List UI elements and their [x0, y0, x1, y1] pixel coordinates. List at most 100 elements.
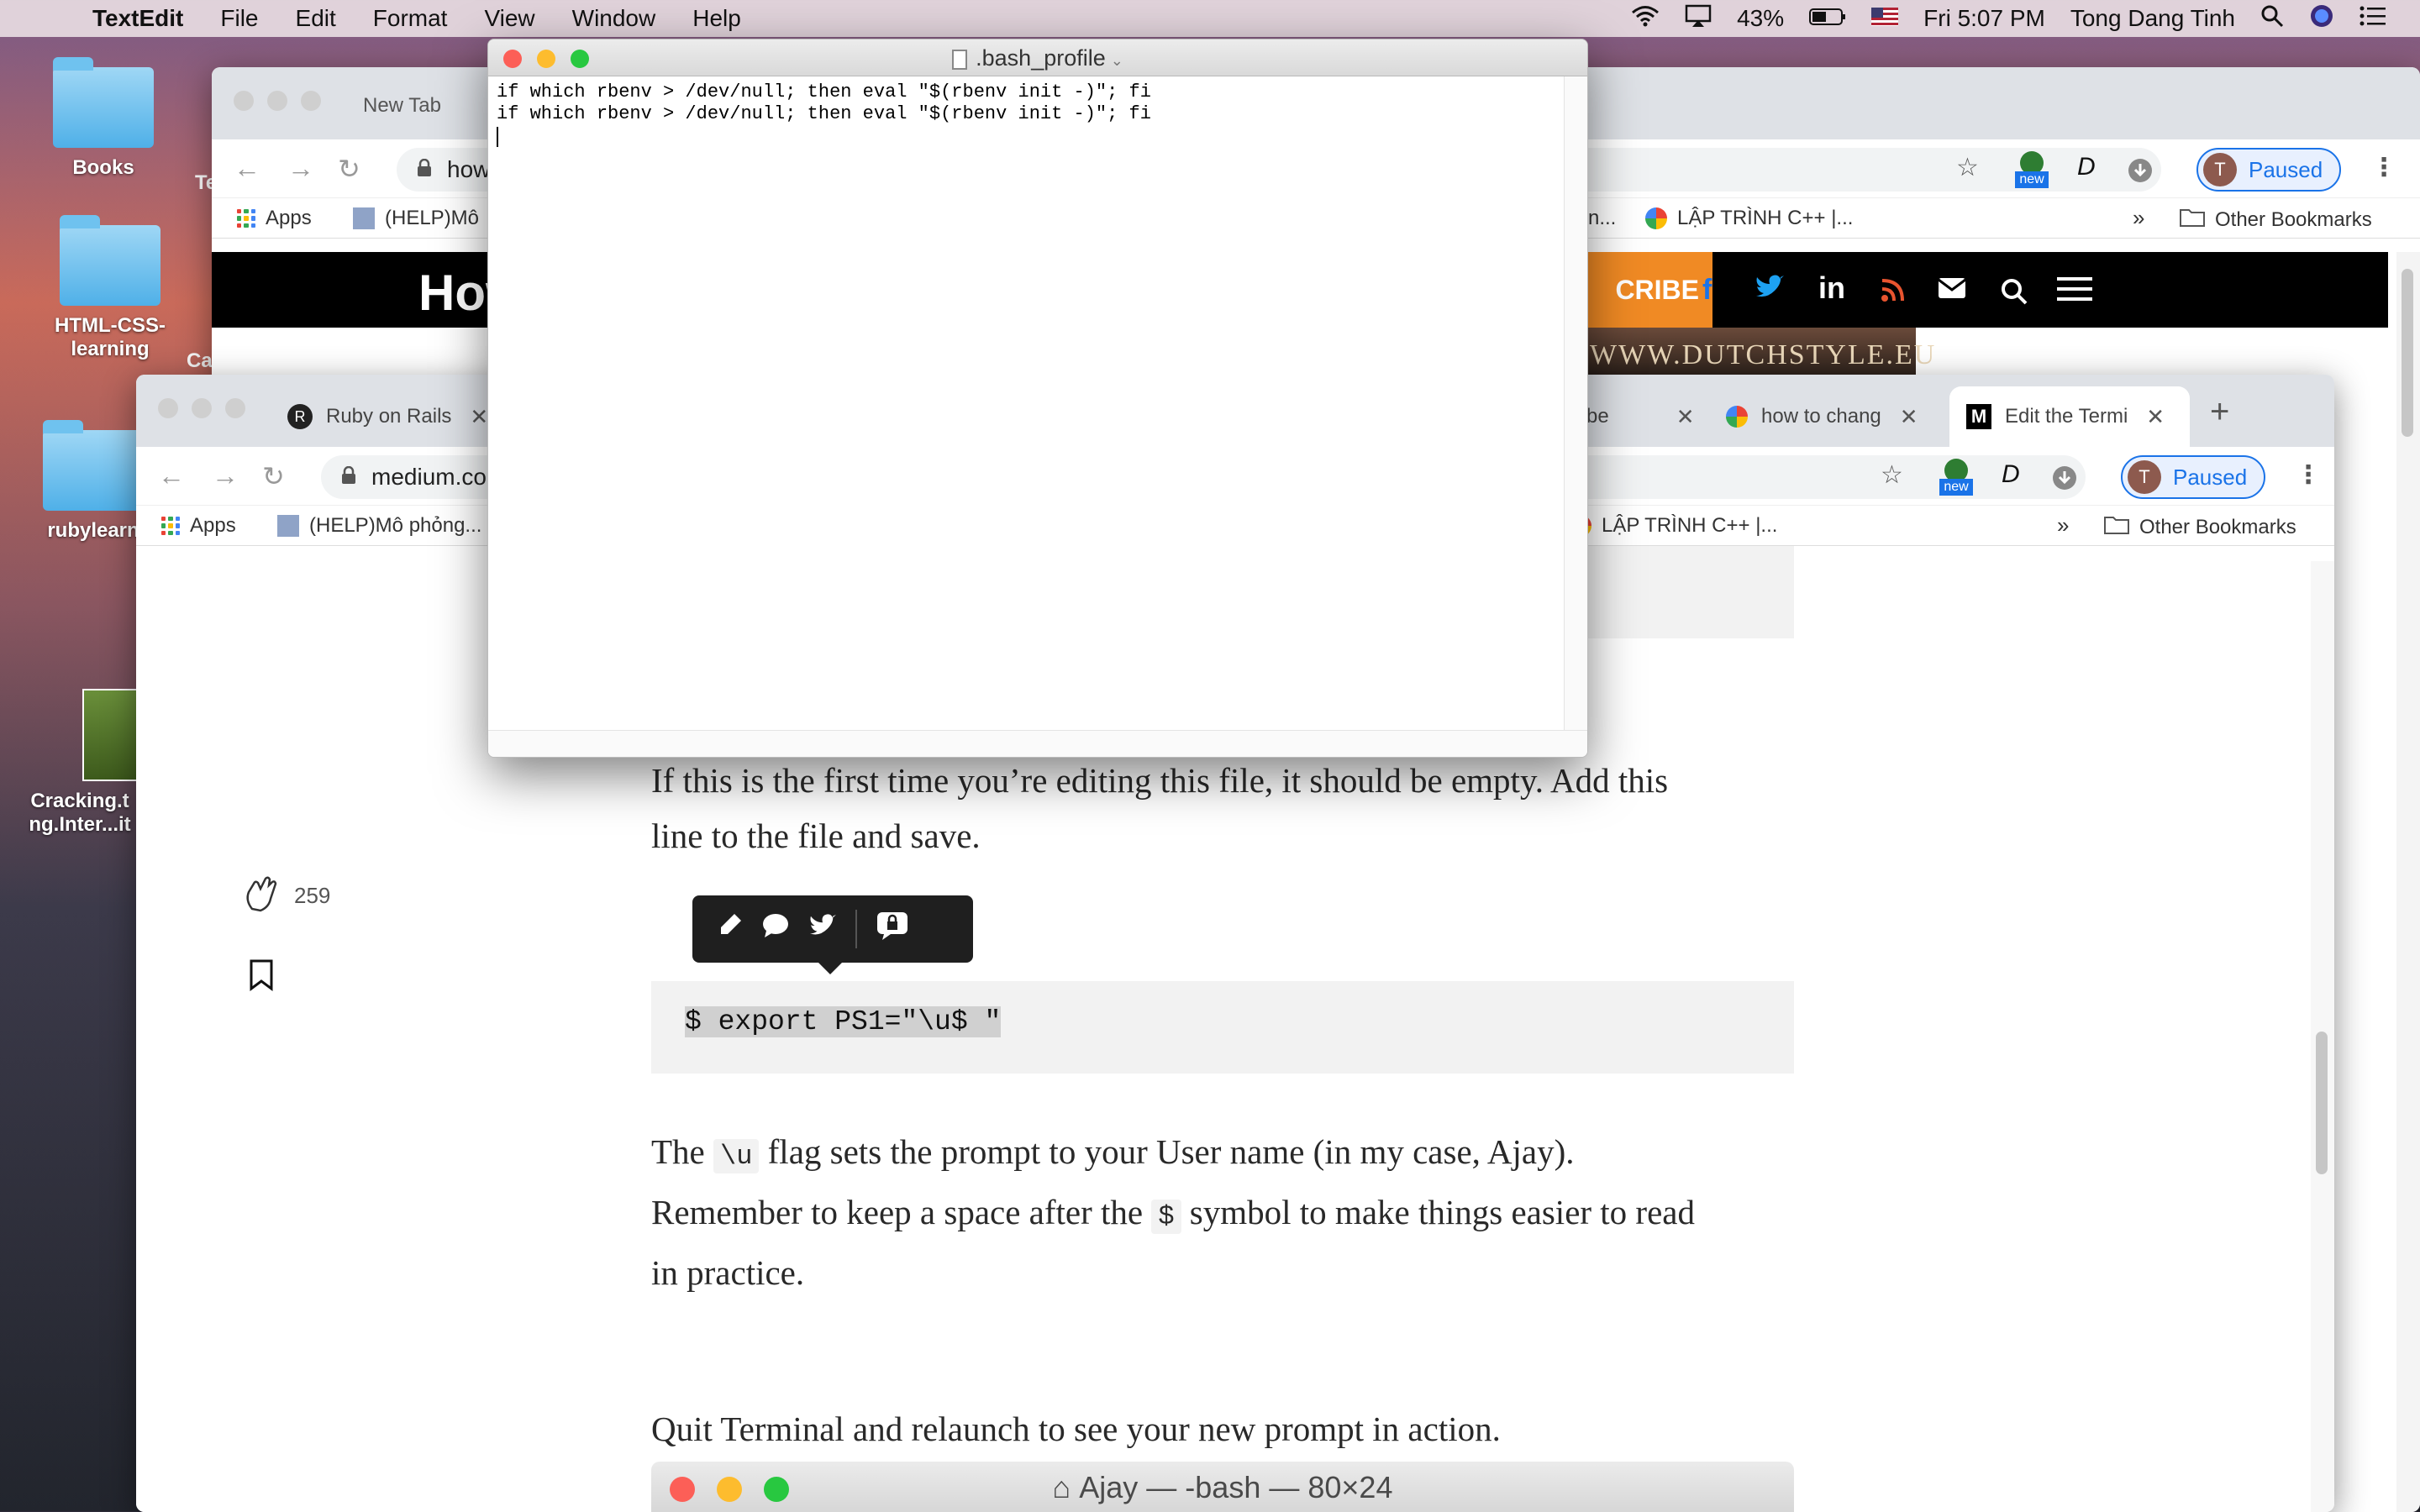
- bookmark-help[interactable]: (HELP)Mô phỏng...: [277, 514, 481, 538]
- email-icon[interactable]: [1938, 277, 1966, 303]
- back-arrow-icon[interactable]: ←: [158, 460, 185, 491]
- document-title[interactable]: .bash_profile: [976, 45, 1106, 71]
- reload-icon[interactable]: ↻: [262, 460, 285, 492]
- tab-close-icon[interactable]: ✕: [1900, 404, 1918, 430]
- search-icon[interactable]: [2000, 277, 2028, 310]
- menu-bar: TextEdit File Edit Format View Window He…: [0, 0, 2420, 37]
- profile-paused-button[interactable]: T Paused: [2121, 455, 2266, 499]
- forward-arrow-icon[interactable]: →: [287, 153, 314, 184]
- chrome-menu-icon[interactable]: ⋮: [2296, 460, 2321, 490]
- title-chevron-down-icon[interactable]: ⌄: [1111, 52, 1123, 69]
- bookmark-apps[interactable]: Apps: [161, 514, 236, 538]
- textedit-window: .bash_profile ⌄ if which rbenv > /dev/nul…: [487, 39, 1588, 758]
- subscribe-button[interactable]: CRIBE: [1586, 252, 1712, 328]
- code-export-ps1[interactable]: $ export PS1="\u$ ": [685, 1006, 1002, 1037]
- user-name[interactable]: Tong Dang Tinh: [2070, 5, 2235, 32]
- wifi-icon[interactable]: [1631, 5, 1660, 33]
- desktop-folder-books[interactable]: Books: [32, 57, 175, 180]
- bookmark-apps[interactable]: Apps: [237, 207, 312, 230]
- extension-d-icon[interactable]: D: [2077, 153, 2096, 181]
- response-bubble-icon[interactable]: [761, 912, 790, 946]
- tab-close-icon[interactable]: ✕: [2146, 404, 2165, 430]
- other-bookmarks-folder[interactable]: Other Bookmarks: [2180, 207, 2372, 233]
- twitter-share-icon[interactable]: [808, 913, 837, 945]
- tab-how-to-change[interactable]: how to chang ✕: [1709, 386, 1935, 447]
- bookmark-star-icon[interactable]: ☆: [1881, 460, 1903, 490]
- document-icon: [952, 49, 968, 70]
- bookmark-star-icon[interactable]: ☆: [1956, 153, 1979, 182]
- airplay-icon[interactable]: [1685, 4, 1712, 34]
- ruby-favicon-icon: R: [287, 404, 313, 429]
- menu-format[interactable]: Format: [373, 5, 448, 32]
- textedit-close-button[interactable]: [503, 50, 522, 68]
- twitter-icon[interactable]: [1754, 274, 1785, 305]
- bookmark-help[interactable]: (HELP)Mô: [353, 207, 479, 230]
- profile-paused-button[interactable]: T Paused: [2196, 148, 2342, 192]
- textedit-horizontal-scrollbar[interactable]: [488, 730, 1587, 757]
- siri-icon[interactable]: [2309, 3, 2334, 34]
- new-tab-plus-icon[interactable]: +: [2210, 393, 2229, 431]
- tab-edit-the-terminal[interactable]: M Edit the Termi ✕: [1949, 386, 2190, 447]
- textedit-minimize-button[interactable]: [537, 50, 555, 68]
- menu-window[interactable]: Window: [572, 5, 656, 32]
- tab-new-tab[interactable]: New Tab: [363, 94, 441, 118]
- hamburger-menu-icon[interactable]: [2057, 276, 2092, 307]
- bookmark-save-icon[interactable]: [249, 959, 274, 995]
- battery-icon[interactable]: [1809, 5, 1846, 32]
- menu-app-name[interactable]: TextEdit: [92, 5, 183, 32]
- private-note-icon[interactable]: [876, 911, 909, 948]
- menu-view[interactable]: View: [484, 5, 534, 32]
- window-minimize-button[interactable]: [267, 91, 287, 111]
- reload-icon[interactable]: ↻: [338, 153, 360, 185]
- textedit-editor[interactable]: if which rbenv > /dev/null; then eval "$…: [488, 76, 1565, 732]
- back-arrow-icon[interactable]: ←: [234, 153, 260, 184]
- extension-d-icon[interactable]: D: [2002, 460, 2020, 489]
- highlight-pen-icon[interactable]: [718, 912, 743, 946]
- ad-banner[interactable]: WWW.DUTCHSTYLE.EU: [1586, 328, 1934, 378]
- window-zoom-button[interactable]: [225, 398, 245, 418]
- bookmark-cpp[interactable]: LẬP TRÌNH C++ |...: [1570, 514, 1777, 538]
- window-close-button[interactable]: [234, 91, 254, 111]
- textedit-zoom-button[interactable]: [571, 50, 589, 68]
- textedit-titlebar[interactable]: .bash_profile ⌄: [488, 39, 1587, 76]
- menu-file[interactable]: File: [220, 5, 258, 32]
- facebook-icon[interactable]: f: [1702, 274, 1712, 307]
- bookmark-partial[interactable]: n...: [1588, 207, 1616, 230]
- menu-help[interactable]: Help: [692, 5, 741, 32]
- tab-ruby-on-rails[interactable]: R Ruby on Rails ✕: [271, 386, 505, 447]
- window-close-button[interactable]: [158, 398, 178, 418]
- clock[interactable]: Fri 5:07 PM: [1923, 5, 2045, 32]
- extension-new-icon[interactable]: new: [1939, 457, 1973, 496]
- linkedin-icon[interactable]: in: [1818, 270, 1845, 306]
- battery-percent: 43%: [1737, 5, 1785, 31]
- more-bookmarks-chevron-icon[interactable]: »: [2133, 205, 2144, 231]
- textedit-vertical-scrollbar[interactable]: [1564, 76, 1587, 732]
- download-icon[interactable]: [2052, 465, 2077, 495]
- folder-icon: [60, 215, 160, 306]
- desktop-folder-html-css[interactable]: HTML-CSS-learning: [39, 215, 182, 361]
- notification-center-icon[interactable]: [2360, 5, 2386, 33]
- bookmark-favicon-icon: [277, 515, 299, 537]
- code-block-export: $ export PS1="\u$ ": [651, 981, 1794, 1074]
- extension-new-icon[interactable]: new: [2015, 150, 2049, 188]
- more-bookmarks-chevron-icon[interactable]: »: [2057, 512, 2069, 538]
- chrome-menu-icon[interactable]: ⋮: [2371, 153, 2396, 182]
- tab-partial[interactable]: be ✕: [1570, 386, 1712, 447]
- other-bookmarks-folder[interactable]: Other Bookmarks: [2104, 514, 2296, 540]
- terminal-close-dot: [670, 1477, 695, 1502]
- download-icon[interactable]: [2128, 158, 2153, 187]
- back-scrollbar[interactable]: [2396, 252, 2420, 1512]
- tab-close-icon[interactable]: ✕: [470, 404, 488, 430]
- window-zoom-button[interactable]: [301, 91, 321, 111]
- us-flag-icon[interactable]: [1871, 5, 1899, 32]
- desktop-file-cracking[interactable]: Cracking.t ng.Inter...it: [17, 689, 143, 837]
- menu-edit[interactable]: Edit: [296, 5, 336, 32]
- forward-arrow-icon[interactable]: →: [212, 460, 239, 491]
- tab-close-icon[interactable]: ✕: [1676, 404, 1695, 430]
- rss-icon[interactable]: [1881, 277, 1906, 307]
- spotlight-search-icon[interactable]: [2260, 4, 2284, 34]
- window-minimize-button[interactable]: [192, 398, 212, 418]
- clap-button[interactable]: 259: [240, 872, 330, 920]
- bookmark-cpp[interactable]: LẬP TRÌNH C++ |...: [1645, 207, 1853, 230]
- front-scrollbar[interactable]: [2311, 561, 2334, 1512]
